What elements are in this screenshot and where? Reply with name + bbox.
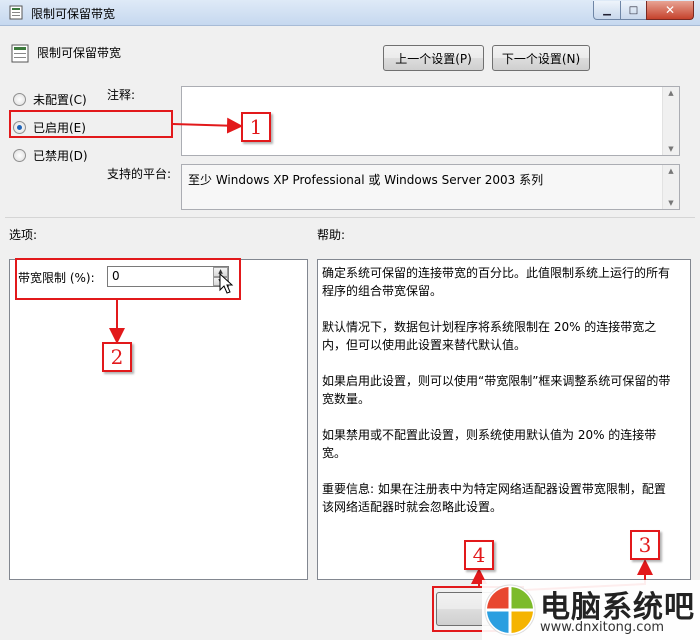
radio-disabled[interactable]: 已禁用(D) xyxy=(13,147,88,164)
close-button[interactable]: ✕ xyxy=(646,1,694,20)
help-paragraph: 如果禁用或不配置此设置，则系统使用默认值为 20% 的连接带宽。 xyxy=(322,428,657,460)
annotation-highlight-enabled xyxy=(9,110,173,138)
annotation-highlight-bandwidth xyxy=(15,258,241,300)
help-paragraph: 重要信息: 如果在注册表中为特定网络适配器设置带宽限制，配置该网络适配器时就会忽… xyxy=(322,482,666,514)
radio-label: 未配置(C) xyxy=(33,93,87,107)
scroll-up-icon[interactable]: ▲ xyxy=(663,167,679,175)
options-panel: 带宽限制 (%): 0 ▲ ▼ xyxy=(9,259,308,580)
help-text: 确定系统可保留的连接带宽的百分比。此值限制系统上运行的所有程序的组合带宽保留。 … xyxy=(322,264,672,534)
scroll-up-icon[interactable]: ▲ xyxy=(663,89,679,97)
annotation-badge-4: 4 xyxy=(464,540,494,570)
help-label: 帮助: xyxy=(317,228,346,242)
maximize-button[interactable]: □ xyxy=(620,1,647,20)
scroll-down-icon[interactable]: ▼ xyxy=(663,199,679,207)
help-paragraph: 如果启用此设置，则可以使用“带宽限制”框来调整系统可保留的带宽数量。 xyxy=(322,374,671,406)
help-paragraph: 确定系统可保留的连接带宽的百分比。此值限制系统上运行的所有程序的组合带宽保留。 xyxy=(322,266,671,298)
watermark-url: www.dnxitong.com xyxy=(540,620,665,635)
previous-setting-button[interactable]: 上一个设置(P) xyxy=(383,45,484,71)
radio-button[interactable] xyxy=(13,93,26,106)
comment-label: 注释: xyxy=(107,88,136,102)
help-paragraph: 默认情况下，数据包计划程序将系统限制在 20% 的连接带宽之内，但可以使用此设置… xyxy=(322,320,657,352)
policy-title: 限制可保留带宽 xyxy=(37,46,122,60)
comment-scrollbar[interactable]: ▲ ▼ xyxy=(662,87,679,155)
platform-textbox: 至少 Windows XP Professional 或 Windows Ser… xyxy=(181,164,680,210)
platform-scrollbar[interactable]: ▲ ▼ xyxy=(662,165,679,209)
policy-icon xyxy=(11,44,29,63)
scroll-down-icon[interactable]: ▼ xyxy=(663,145,679,153)
watermark: 电脑系统吧 www.dnxitong.com xyxy=(482,580,700,640)
windows-logo-icon xyxy=(484,584,536,636)
window-title: 限制可保留带宽 xyxy=(31,7,116,21)
options-label: 选项: xyxy=(9,228,38,242)
platform-label: 支持的平台: xyxy=(107,167,172,181)
annotation-badge-2: 2 xyxy=(102,342,132,372)
radio-not-configured[interactable]: 未配置(C) xyxy=(13,91,87,108)
minimize-button[interactable]: ▁ xyxy=(593,1,621,20)
annotation-badge-1: 1 xyxy=(241,112,271,142)
radio-label: 已禁用(D) xyxy=(33,149,88,163)
policy-icon xyxy=(9,5,23,20)
section-divider xyxy=(5,217,695,218)
platform-value: 至少 Windows XP Professional 或 Windows Ser… xyxy=(188,173,544,187)
next-setting-button[interactable]: 下一个设置(N) xyxy=(492,45,590,71)
annotation-badge-3: 3 xyxy=(630,530,660,560)
radio-button[interactable] xyxy=(13,149,26,162)
